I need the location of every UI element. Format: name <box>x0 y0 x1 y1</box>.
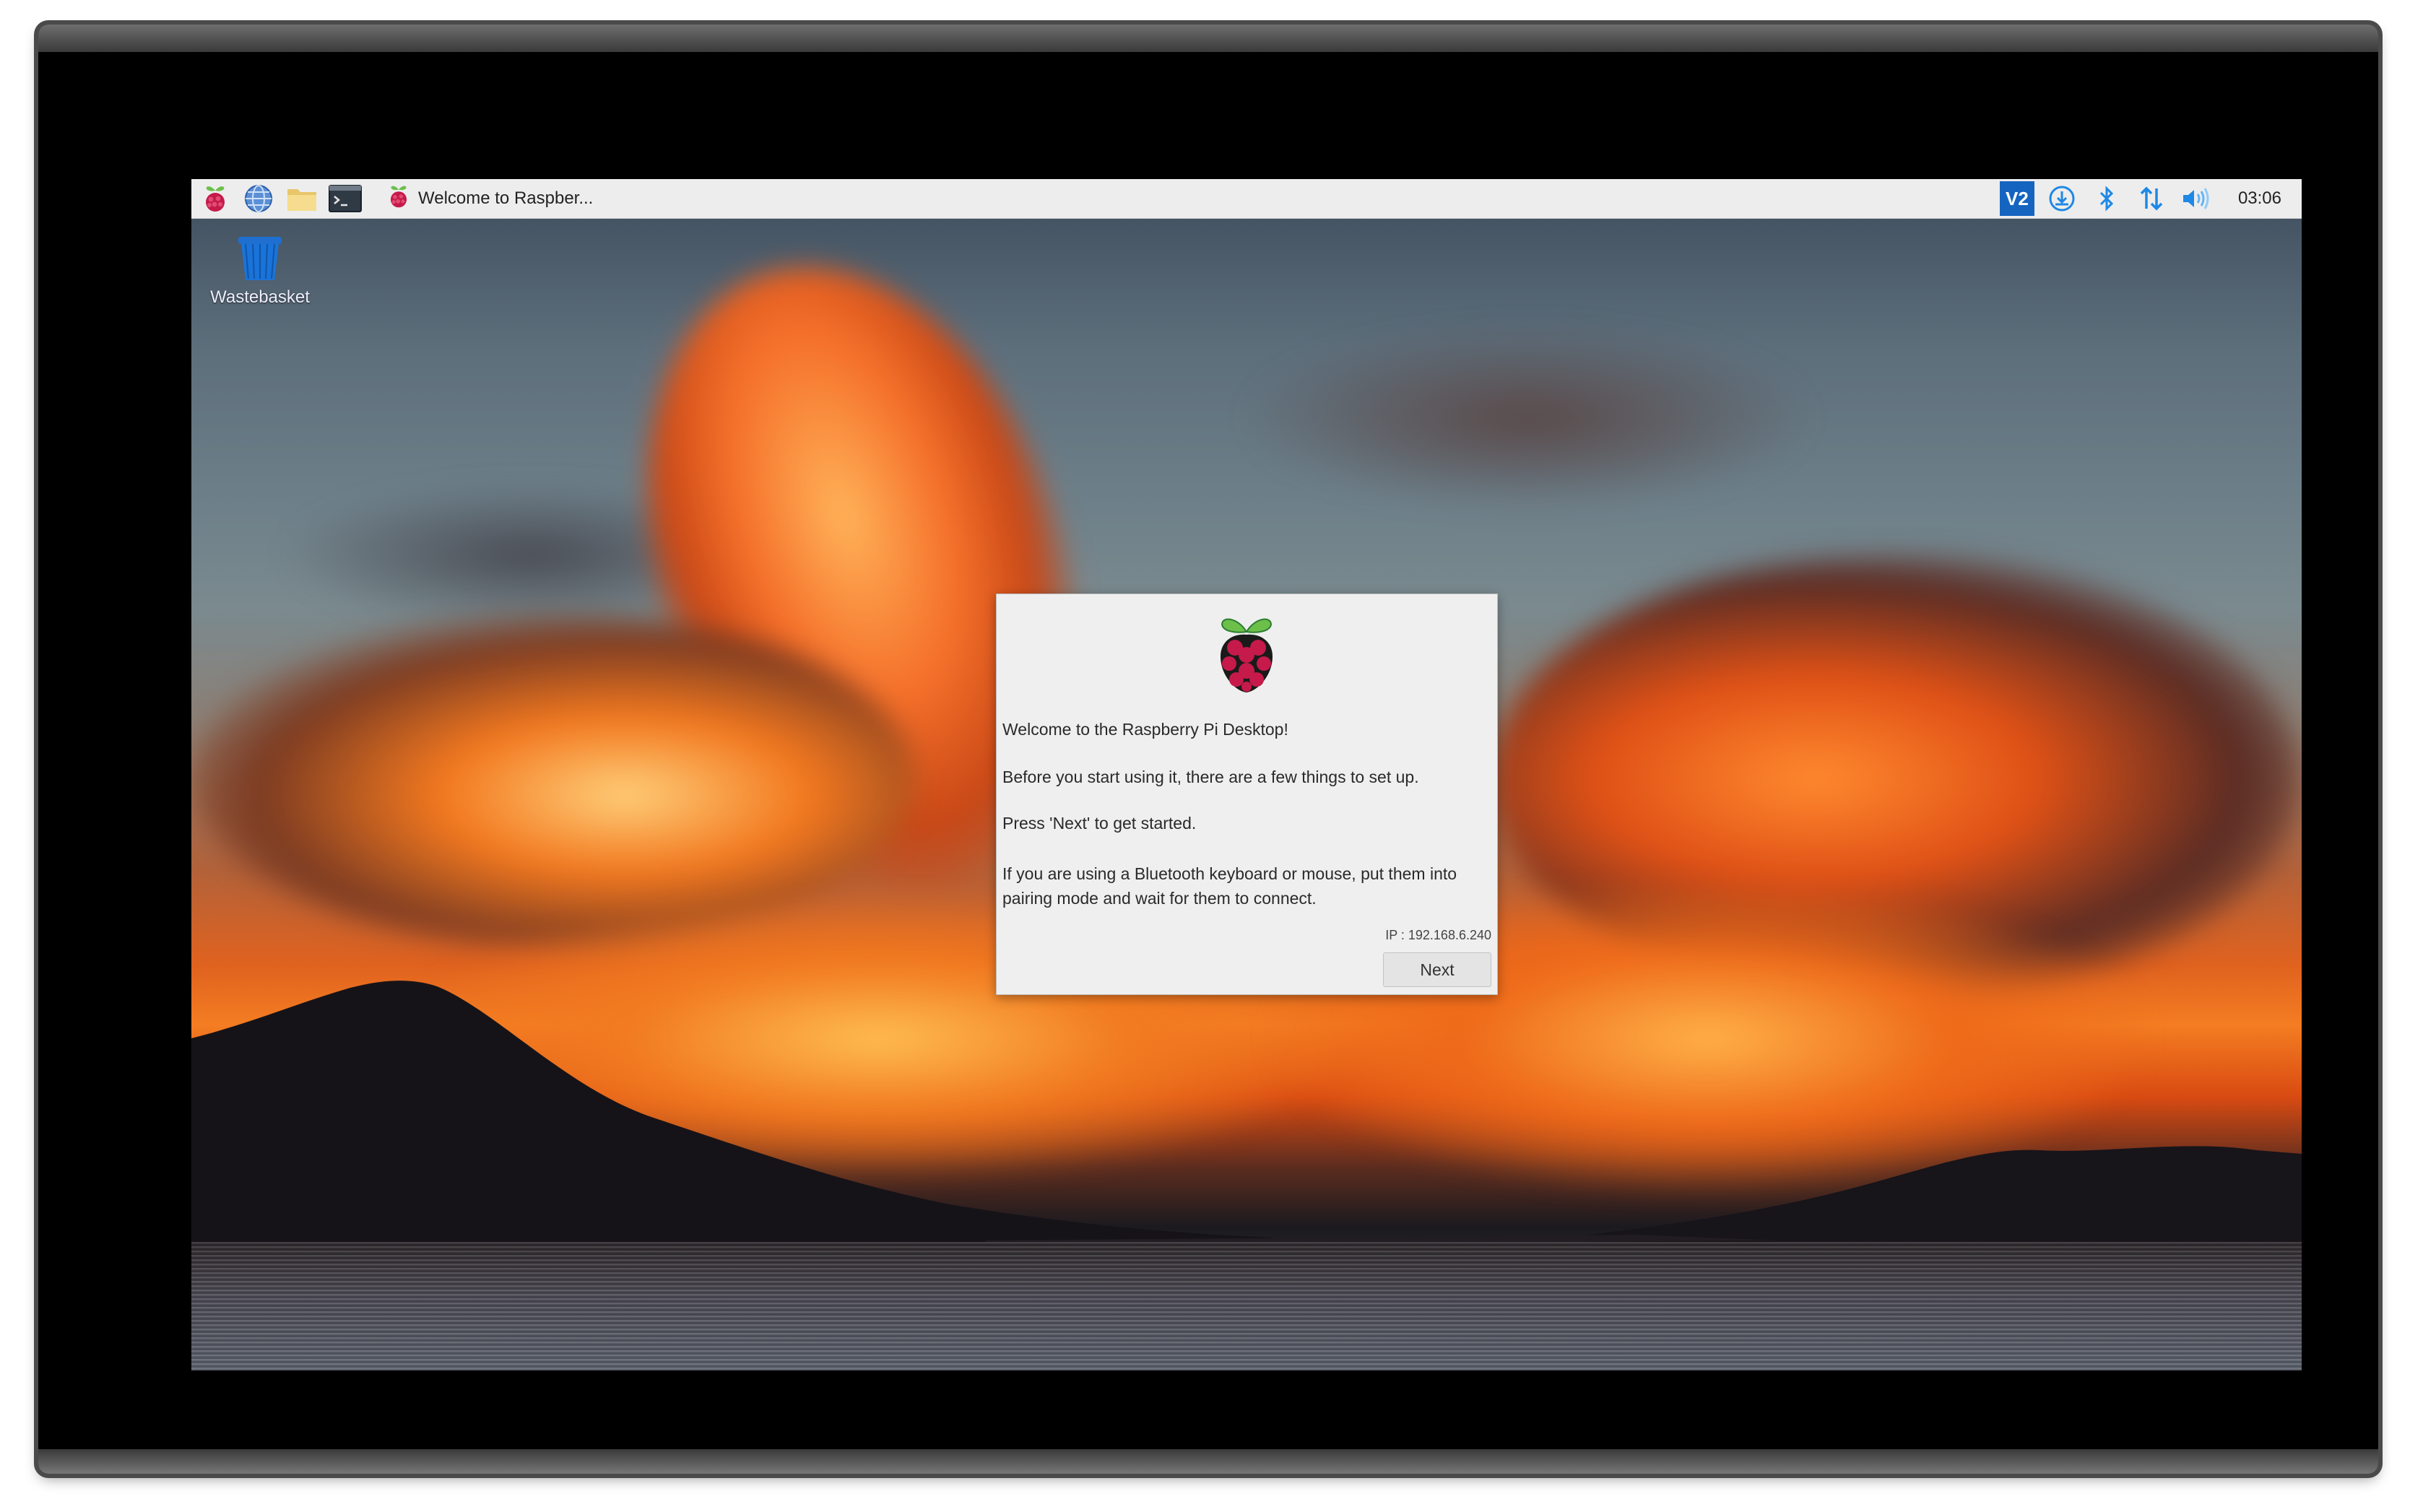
bluetooth-icon[interactable] <box>2089 181 2124 216</box>
welcome-dialog: Welcome to the Raspberry Pi Desktop! Bef… <box>996 594 1498 995</box>
taskbar: Welcome to Raspber... V2 03:06 <box>191 179 2302 219</box>
desktop-screen: Welcome to Raspber... V2 03:06 Wastebask… <box>191 179 2302 1370</box>
system-tray: V2 03:06 <box>1999 179 2302 218</box>
web-browser-icon[interactable] <box>242 182 275 215</box>
raspberry-app-icon <box>386 183 411 215</box>
update-icon[interactable] <box>2045 181 2079 216</box>
network-icon[interactable] <box>2134 181 2169 216</box>
dialog-instruction-text: Press 'Next' to get started. <box>1002 814 1197 833</box>
ip-address: IP : 192.168.6.240 <box>1385 928 1491 942</box>
desktop-icon-wastebasket[interactable]: Wastebasket <box>207 234 313 308</box>
dialog-setup-text: Before you start using it, there are a f… <box>1002 768 1419 786</box>
taskbar-window-button[interactable]: Welcome to Raspber... <box>382 182 606 215</box>
terminal-icon[interactable] <box>329 182 362 215</box>
raspberry-pi-logo-icon <box>1221 618 1273 692</box>
raspberry-menu-icon[interactable] <box>199 182 232 215</box>
taskbar-window-title: Welcome to Raspber... <box>418 188 594 208</box>
file-manager-icon[interactable] <box>285 182 318 215</box>
wallpaper-water <box>191 1242 2302 1370</box>
vnc-icon[interactable]: V2 <box>1999 181 2034 216</box>
desktop-icon-label: Wastebasket <box>210 287 310 307</box>
dialog-welcome-text: Welcome to the Raspberry Pi Desktop! <box>1002 720 1288 739</box>
device-frame: Welcome to Raspber... V2 03:06 Wastebask… <box>38 25 2378 1474</box>
launcher-bar: Welcome to Raspber... <box>191 179 606 218</box>
dialog-bluetooth-text: If you are using a Bluetooth keyboard or… <box>1002 864 1457 908</box>
next-button[interactable]: Next <box>1383 952 1491 987</box>
vnc-label: V2 <box>2006 187 2029 209</box>
wastebasket-icon <box>238 237 282 280</box>
volume-icon[interactable] <box>2179 181 2214 216</box>
clock[interactable]: 03:06 <box>2238 188 2281 209</box>
